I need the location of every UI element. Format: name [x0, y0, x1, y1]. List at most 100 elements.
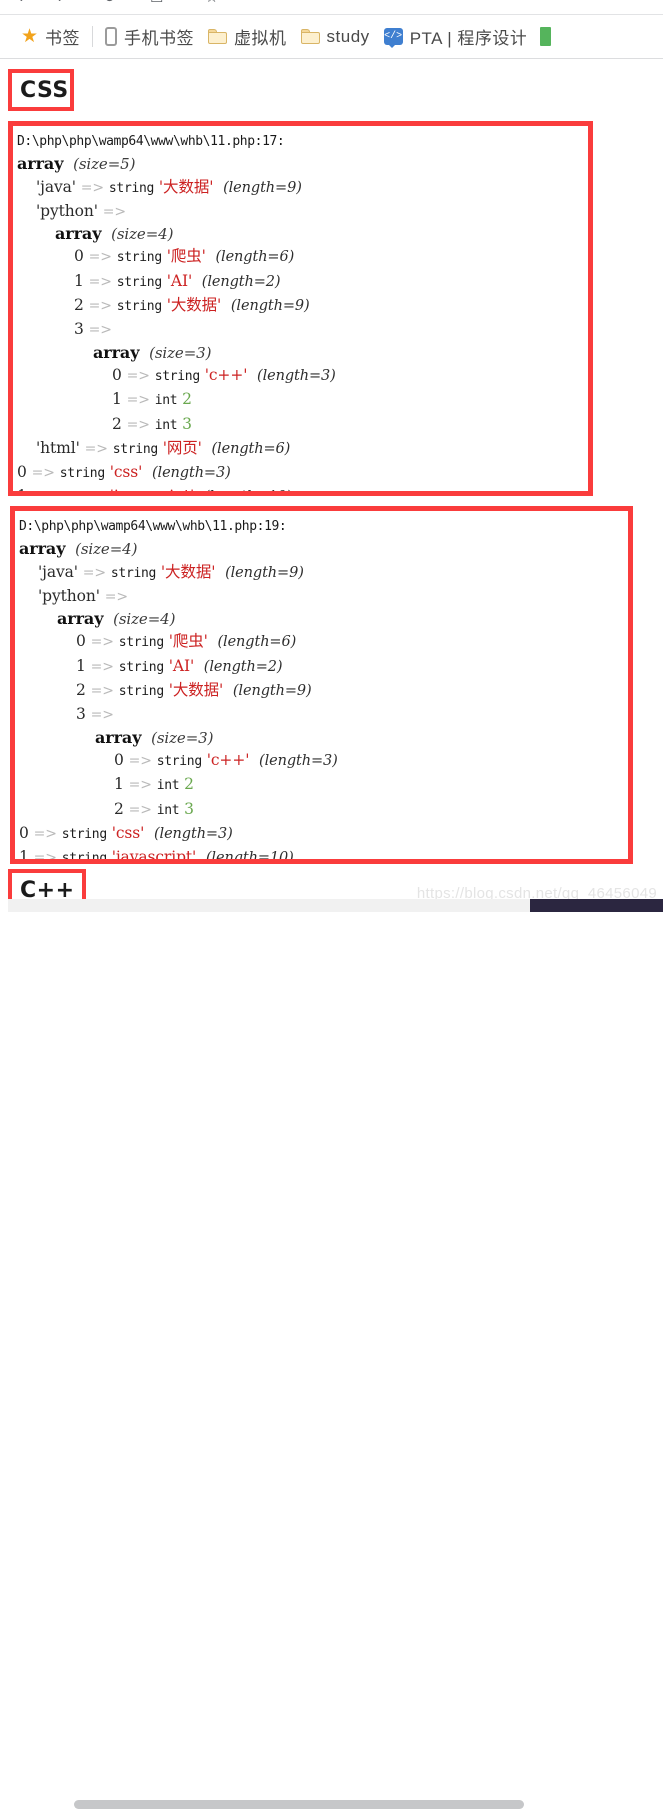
dump-space [221, 296, 231, 314]
dump-type: string [59, 466, 105, 482]
bookmark-label: study [326, 26, 370, 46]
toolbar-glyph-2[interactable]: ↻ [103, 0, 116, 5]
dump-array-size: (size=4) [111, 225, 174, 244]
dump-length: (length=3) [151, 465, 231, 482]
dump-length: (length=9) [223, 179, 302, 196]
dump-line: array (size=4) [19, 538, 628, 560]
dump-arrow: => [32, 489, 55, 491]
dump-string-value: 'css' [109, 463, 143, 482]
dump-string-value: 'javascript' [110, 487, 195, 491]
dump-file-path: D:\php\php\wamp64\www\whb\11.php:17: [17, 129, 588, 153]
dump-type: string [60, 490, 105, 491]
bookmark-item--[interactable]: 虚拟机 [201, 22, 294, 52]
dump-array-keyword: array [55, 224, 102, 244]
dump-int-value: 2 [184, 775, 194, 794]
bookmark-item-bookmark-5[interactable] [533, 22, 558, 52]
dump-key: 0 [112, 365, 122, 384]
dump-line: 2 => string '大数据' (length=9) [17, 294, 588, 318]
toolbar-glyph-3[interactable]: ☐ [150, 0, 163, 5]
dump-type: string [108, 180, 155, 196]
dump-key: 1 [112, 390, 122, 409]
dump-type: string [112, 441, 158, 457]
horizontal-scrollbar-thumb[interactable] [74, 1800, 524, 1809]
dump-type: string [156, 753, 202, 769]
dump-string-value: '爬虫' [166, 247, 206, 266]
dump-line: array (size=3) [17, 342, 588, 364]
dump-string-value: '大数据' [158, 177, 214, 196]
dump-arrow: => [90, 658, 114, 675]
dump-key: 0 [76, 632, 86, 651]
bookmark-label: PTA | 程序设计类实 [409, 29, 526, 48]
dump-key: 'java' [38, 562, 78, 581]
dump-string-value: '大数据' [168, 681, 224, 700]
dump-arrow: => [126, 392, 150, 409]
dump-line: 2 => string '大数据' (length=9) [19, 679, 628, 703]
dump-arrow: => [88, 249, 112, 266]
dump-key: 3 [74, 320, 84, 339]
toolbar-glyph-4[interactable]: ☆ [205, 0, 218, 5]
bookmark-item--[interactable]: ★ 书签 [14, 22, 87, 52]
dump-line: 0 => string 'c++' (length=3) [17, 364, 588, 388]
dump-line: 'python' => [19, 585, 628, 608]
dump-int-value: 2 [182, 390, 192, 409]
dump-line: 1 => string 'AI' (length=2) [17, 270, 588, 294]
dump-space [192, 272, 202, 290]
dump-length: (length=6) [217, 634, 297, 651]
bookmark-label: 书签 [45, 29, 81, 48]
dump-space [223, 681, 233, 699]
dump-length: (length=2) [203, 658, 283, 675]
dump-type: string [116, 299, 162, 315]
section-label-cpp-text: C++ [20, 877, 75, 900]
dump-length: (length=6) [215, 249, 295, 266]
dump-array-keyword: array [95, 727, 142, 747]
green-bookmark-icon [539, 27, 551, 46]
dump-length: (length=2) [201, 273, 281, 290]
dump-line: 1 => int 2 [19, 773, 628, 797]
dump-space [249, 751, 259, 769]
toolbar-glyph-1[interactable]: › [58, 0, 63, 5]
dump-space [196, 848, 206, 859]
dump-space [65, 540, 75, 558]
dump-string-value: 'AI' [168, 656, 195, 675]
dump-type: string [61, 826, 107, 842]
bookmark-item-study[interactable]: study [294, 22, 377, 52]
dump-space [139, 344, 149, 362]
watermark: https://blog.csdn.net/qq_46456049 [416, 885, 657, 899]
dump-length: (length=10) [205, 850, 294, 864]
dump-array-keyword: array [17, 154, 64, 174]
bookmark-item--[interactable]: 手机书签 [98, 22, 201, 52]
dump-arrow: => [128, 801, 152, 818]
dump-string-value: 'AI' [166, 271, 193, 290]
dump-type: string [118, 635, 164, 651]
dump-line: 'python' => [17, 200, 588, 223]
dump-arrow: => [33, 825, 57, 842]
dump-string-value: '爬虫' [168, 632, 208, 651]
toolbar-glyph-0[interactable]: ‹ [18, 0, 23, 5]
dump-key: 'html' [36, 438, 80, 457]
dump-arrow: => [82, 564, 107, 581]
folder-icon [208, 29, 228, 44]
dump-space [194, 487, 204, 491]
dump-space [215, 563, 225, 581]
dump-key: 'java' [36, 177, 76, 196]
folder-icon [300, 29, 320, 44]
dump-type: string [110, 565, 157, 581]
dump-line: 'java' => string '大数据' (length=9) [17, 176, 588, 200]
dump-arrow: => [88, 322, 112, 339]
dump-length: (length=3) [259, 752, 338, 769]
bookmark-item-pta[interactable]: </> PTA | 程序设计类实 [377, 22, 533, 52]
dump-line: 3 => [19, 703, 628, 726]
page-content: CSS D:\php\php\wamp64\www\whb\11.php:17:… [0, 59, 663, 899]
dump-key: 2 [74, 296, 84, 315]
star-icon: ★ [21, 26, 39, 47]
dump-space [141, 729, 151, 747]
dump-arrow: => [128, 777, 152, 794]
dump-arrow: => [31, 465, 55, 482]
dump-array-size: (size=5) [73, 155, 136, 174]
dump-arrow: => [88, 298, 112, 315]
dump-line: 1 => string 'javascript' (length=10) [19, 846, 628, 864]
dump-array-size: (size=3) [149, 343, 212, 362]
browser-chrome: ‹ › ↻ ☐ ☆ ★ 书签 手机书签 虚拟机 study </> PTA | 程序设计类实 [0, 0, 663, 59]
dump-line: 'java' => string '大数据' (length=9) [19, 561, 628, 585]
taskbar-region [530, 899, 663, 912]
